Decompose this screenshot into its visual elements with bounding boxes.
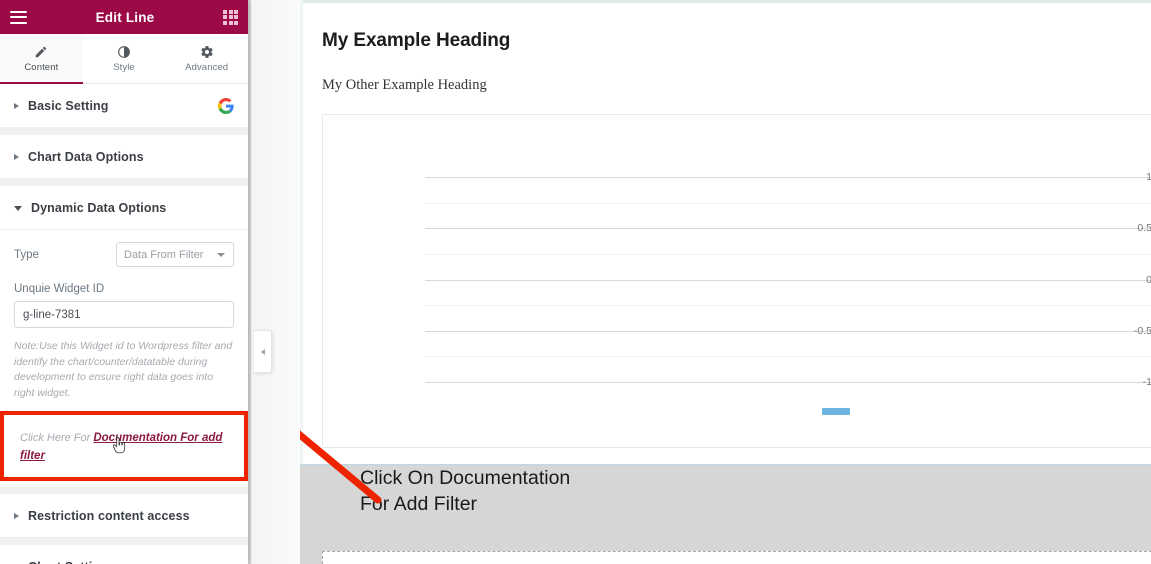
editor-root: Edit Line Content Style Advanced Basic S… — [0, 0, 1151, 564]
section-chart-data-options[interactable]: Chart Data Options — [0, 135, 248, 179]
chart-y-axis-tick: 1 — [1146, 171, 1151, 183]
gear-icon — [200, 44, 214, 59]
chart-y-axis-tick: 0 — [1146, 273, 1151, 286]
dynamic-data-options-content: Type Data From Filter Unquie Widget ID N… — [0, 230, 248, 488]
annotation-text: Click On Documentation For Add Filter — [360, 467, 571, 515]
widget-id-label: Unquie Widget ID — [14, 283, 105, 295]
chevron-right-icon — [14, 102, 19, 109]
type-field-row: Type Data From Filter — [14, 242, 234, 267]
section-gap — [0, 128, 248, 135]
panel-tabs: Content Style Advanced — [0, 34, 249, 84]
documentation-highlight-box: Click Here For Documentation For add fil… — [0, 411, 248, 482]
type-label: Type — [14, 248, 39, 261]
documentation-row-wrapper: Click Here For Documentation For add fil… — [0, 411, 248, 482]
section-gap — [0, 538, 248, 546]
chart-y-axis-tick: -1 — [1142, 376, 1151, 388]
tab-style-label: Style — [113, 62, 135, 73]
chart-y-axis-tick: -0.5 — [1133, 324, 1151, 337]
chart-legend-swatch[interactable] — [822, 408, 850, 415]
hamburger-icon[interactable] — [10, 10, 27, 24]
chevron-down-icon — [217, 252, 225, 257]
section-gap — [0, 487, 248, 495]
widget-id-input[interactable] — [14, 301, 234, 328]
type-select[interactable]: Data From Filter — [116, 242, 234, 267]
chart-gridline-minor — [425, 253, 1151, 255]
chart-gridline-major — [425, 382, 1151, 383]
tab-advanced-label: Advanced — [185, 62, 229, 73]
tab-advanced[interactable]: Advanced — [165, 34, 249, 83]
google-g-icon — [217, 97, 234, 114]
widget-id-note: Note:Use this Widget id to Wordpress fil… — [14, 340, 233, 399]
preview-canvas: My Example Heading My Other Example Head… — [300, 0, 1151, 564]
tab-content-label: Content — [24, 62, 59, 73]
tab-style[interactable]: Style — [82, 34, 166, 83]
panel-collapse-handle[interactable] — [254, 330, 272, 373]
documentation-prefix: Click Here For — [20, 432, 94, 445]
chart-plot-area: 1 0.5 0 -0.5 -1 — [323, 115, 1151, 447]
section-dynamic-data-options[interactable]: Dynamic Data Options — [0, 186, 248, 230]
chart-gridline-major — [425, 279, 1151, 281]
panel-canvas-divider — [248, 0, 300, 564]
chart-gridline-minor — [425, 202, 1151, 204]
chevron-down-icon — [14, 206, 22, 211]
chevron-right-icon — [14, 512, 19, 519]
section-dynamic-data-options-label: Dynamic Data Options — [31, 200, 167, 215]
tab-content[interactable]: Content — [0, 34, 83, 84]
chevron-left-icon — [260, 348, 265, 355]
section-basic-setting-label: Basic Setting — [28, 98, 109, 113]
panel-header: Edit Line — [0, 0, 248, 34]
section-chart-setting-label: Chart Setting — [28, 560, 108, 564]
section-chart-data-options-label: Chart Data Options — [28, 149, 144, 164]
section-restriction-content-access[interactable]: Restriction content access — [0, 494, 248, 539]
page-title: My Example Heading — [322, 30, 511, 51]
panel-title: Edit Line — [95, 9, 155, 25]
section-basic-setting[interactable]: Basic Setting — [0, 84, 248, 128]
elementor-edit-panel: Edit Line Content Style Advanced Basic S… — [0, 0, 249, 564]
arrow-up-left-icon — [300, 430, 382, 504]
section-boundary-line — [300, 464, 1151, 465]
chart-gridline-major — [425, 228, 1151, 230]
chart-gridline-major — [425, 177, 1151, 178]
pencil-icon — [34, 44, 48, 59]
line-chart-widget[interactable]: 1 0.5 0 -0.5 -1 — [322, 114, 1151, 448]
widget-dropzone[interactable] — [322, 551, 1151, 564]
type-select-value: Data From Filter — [124, 248, 204, 261]
chart-y-axis-tick: 0.5 — [1137, 222, 1151, 235]
chart-gridline-minor — [425, 356, 1151, 358]
chevron-right-icon — [14, 153, 19, 160]
section-gap — [0, 179, 248, 186]
panel-body: Basic Setting Chart Data Options Dynamic… — [0, 84, 248, 564]
app-grid-icon[interactable] — [223, 9, 238, 25]
page-subtitle: My Other Example Heading — [322, 77, 487, 93]
contrast-icon — [117, 44, 131, 59]
chart-gridline-minor — [425, 305, 1151, 307]
canvas-inner: My Example Heading My Other Example Head… — [300, 0, 1151, 564]
section-restriction-content-access-label: Restriction content access — [28, 508, 190, 523]
chart-gridline-major — [425, 330, 1151, 332]
section-chart-setting[interactable]: Chart Setting — [0, 545, 248, 564]
